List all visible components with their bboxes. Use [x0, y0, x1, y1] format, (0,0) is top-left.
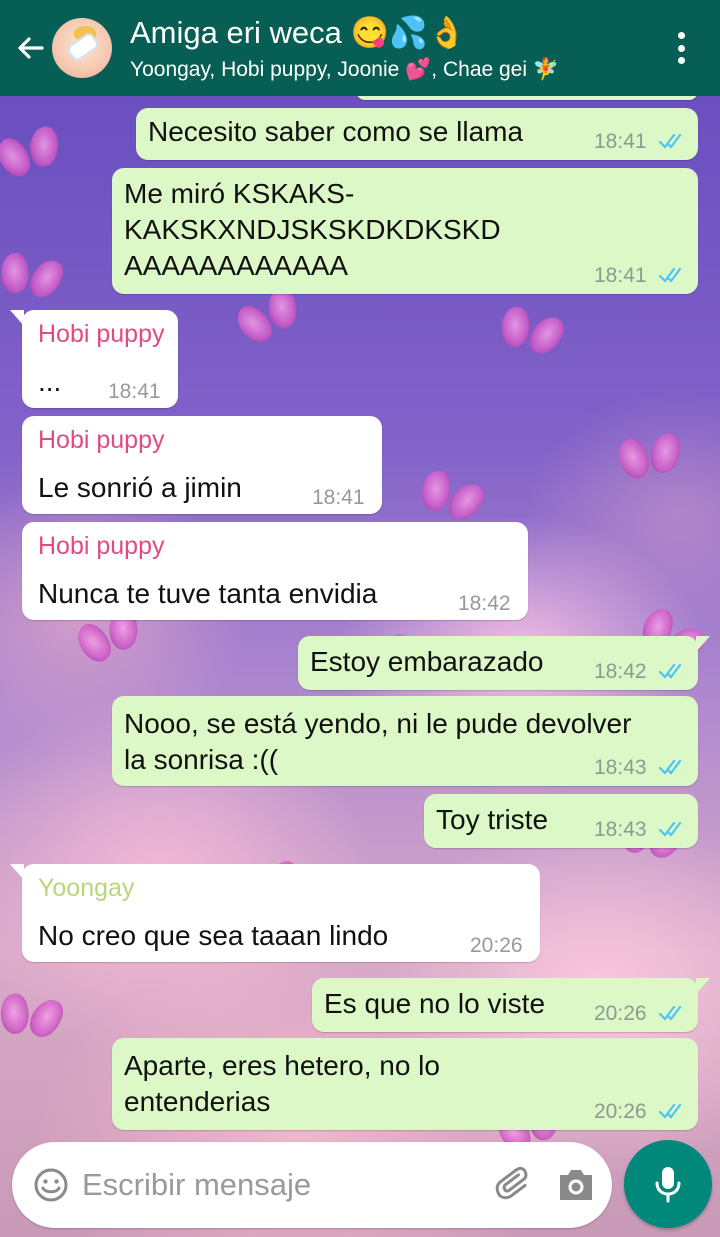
message-bubble-outgoing[interactable]: Estoy embarazado 18:42	[298, 636, 710, 690]
emoji-icon[interactable]	[32, 1166, 70, 1204]
message-bubble-incoming[interactable]: Hobi puppy Le sonrió a jimin 18:41	[22, 416, 382, 514]
message-time: 18:41	[312, 486, 365, 509]
double-check-icon	[658, 267, 682, 283]
message-time: 18:42	[594, 660, 647, 683]
message-composer[interactable]: Escribir mensaje	[12, 1142, 612, 1228]
mic-icon	[655, 1167, 681, 1203]
camera-icon[interactable]	[556, 1166, 596, 1204]
message-bubble-outgoing[interactable]: Me miró KSKAKS- KAKSKXNDJSKSKDKDKSKD AAA…	[112, 168, 698, 294]
message-time: 20:26	[594, 1100, 647, 1123]
message-bubble-incoming[interactable]: Hobi puppy Nunca te tuve tanta envidia 1…	[22, 522, 528, 620]
message-text: Es que no lo viste	[324, 988, 546, 1019]
more-options-dot	[677, 44, 685, 52]
message-text: Toy triste	[436, 804, 549, 835]
sender-name: Hobi puppy	[38, 426, 165, 454]
message-text: Estoy embarazado	[310, 646, 544, 677]
message-text: ...	[38, 366, 62, 397]
message-text-line: Me miró KSKAKS-	[124, 178, 355, 209]
message-bubble-outgoing[interactable]: Aparte, eres hetero, no lo entenderias 2…	[112, 1038, 698, 1130]
message-bubble-outgoing[interactable]: Nooo, se está yendo, ni le pude devolver…	[112, 696, 698, 786]
more-options-button[interactable]	[664, 28, 698, 68]
message-time: 18:43	[594, 818, 647, 841]
message-bubble-incoming[interactable]: Hobi puppy ... 18:41	[10, 310, 178, 408]
sender-name: Yoongay	[38, 874, 135, 902]
chat-title[interactable]: Amiga eri weca 😋💦👌	[130, 14, 466, 52]
back-arrow-icon	[18, 37, 44, 59]
message-text-line: Aparte, eres hetero, no lo	[124, 1050, 440, 1081]
message-time: 18:43	[594, 756, 647, 779]
back-button[interactable]	[10, 28, 50, 68]
group-avatar[interactable]	[52, 18, 112, 78]
sender-name: Hobi puppy	[38, 532, 165, 560]
message-text: Le sonrió a jimin	[38, 472, 242, 503]
attach-icon[interactable]	[494, 1164, 536, 1206]
chat-header: Amiga eri weca 😋💦👌 Yoongay, Hobi puppy, …	[0, 0, 720, 96]
message-list[interactable]: Necesito saber como se llama 18:41 Me mi…	[0, 82, 720, 1237]
double-check-icon	[658, 759, 682, 775]
double-check-icon	[658, 133, 682, 149]
double-check-icon	[658, 1103, 682, 1119]
message-text: Nunca te tuve tanta envidia	[38, 578, 378, 609]
more-options-dot	[677, 57, 685, 64]
double-check-icon	[658, 821, 682, 837]
message-text-line: Nooo, se está yendo, ni le pude devolver	[124, 708, 632, 739]
message-time: 20:26	[594, 1002, 647, 1025]
message-bubble-incoming[interactable]: Yoongay No creo que sea taaan lindo 20:2…	[10, 864, 540, 962]
message-time: 20:26	[470, 934, 523, 957]
voice-record-button[interactable]	[624, 1140, 712, 1228]
double-check-icon	[658, 663, 682, 679]
message-text: No creo que sea taaan lindo	[38, 920, 389, 951]
chat-participants[interactable]: Yoongay, Hobi puppy, Joonie 💕, Chae gei …	[130, 57, 559, 83]
message-input[interactable]: Escribir mensaje	[82, 1166, 311, 1204]
message-time: 18:41	[108, 380, 161, 403]
message-text-line: KAKSKXNDJSKSKDKDKSKD	[124, 214, 501, 245]
message-time: 18:42	[458, 592, 511, 615]
message-text: Necesito saber como se llama	[148, 116, 524, 147]
message-bubble-outgoing[interactable]: Necesito saber como se llama 18:41	[136, 108, 698, 160]
message-text-line: AAAAAAAAAAAA	[124, 250, 349, 281]
sender-name: Hobi puppy	[38, 320, 165, 348]
more-options-icon	[677, 32, 685, 39]
message-bubble-outgoing[interactable]: Toy triste 18:43	[424, 794, 698, 848]
double-check-icon	[658, 1005, 682, 1021]
message-time: 18:41	[594, 130, 647, 153]
message-text-line: la sonrisa :((	[124, 744, 279, 775]
message-time: 18:41	[594, 264, 647, 287]
message-text-line: entenderias	[124, 1086, 271, 1117]
message-bubble-outgoing[interactable]: Es que no lo viste 20:26	[312, 978, 710, 1032]
